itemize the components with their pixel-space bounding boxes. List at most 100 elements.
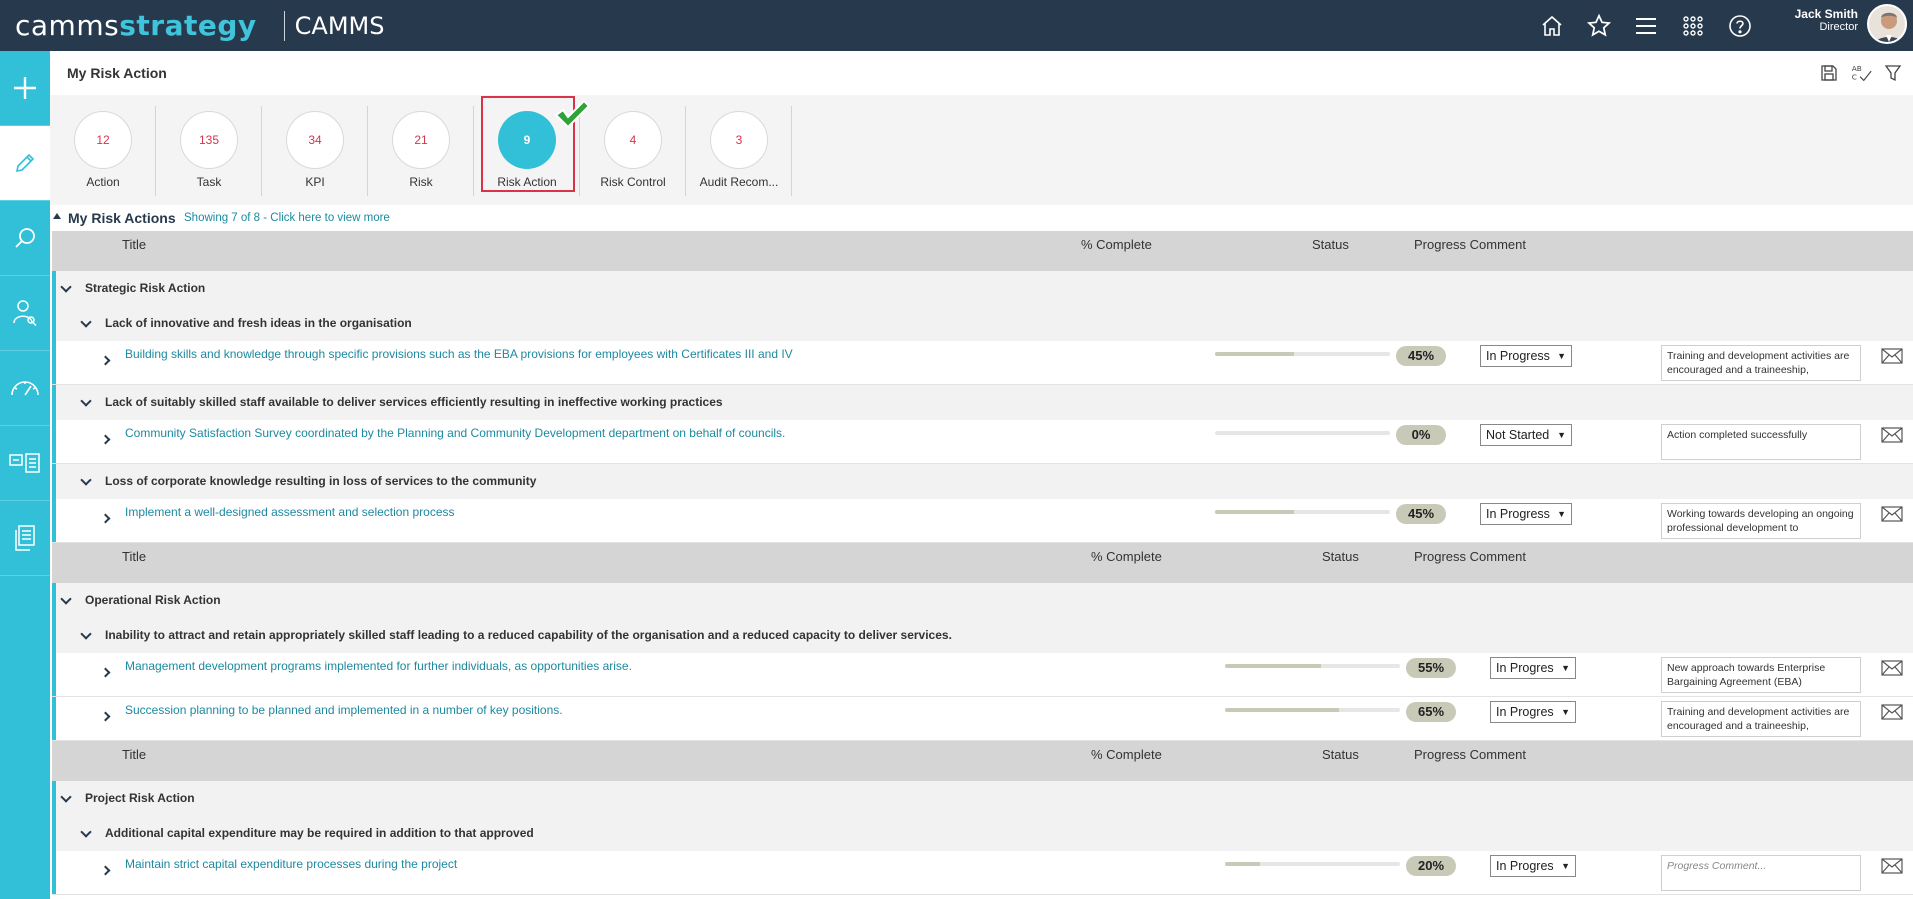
chevron-down-icon[interactable]	[80, 474, 92, 486]
column-status[interactable]: Status	[1322, 747, 1359, 762]
percent-complete-badge[interactable]: 45%	[1396, 346, 1446, 366]
progress-comment-field[interactable]: Action completed successfully	[1661, 424, 1861, 460]
action-title-link[interactable]: Management development programs implemen…	[125, 659, 632, 673]
apps-grid-icon[interactable]	[1669, 0, 1716, 51]
progress-fill	[1225, 664, 1322, 668]
sidebar-item-edit[interactable]	[0, 126, 50, 201]
view-more-link[interactable]: Showing 7 of 8 - Click here to view more	[184, 212, 390, 224]
mail-icon[interactable]	[1881, 348, 1903, 367]
column-title[interactable]: Title	[122, 747, 146, 762]
risk-row[interactable]: Additional capital expenditure may be re…	[52, 816, 1913, 851]
percent-complete-badge[interactable]: 20%	[1406, 856, 1456, 876]
mail-icon[interactable]	[1881, 427, 1903, 446]
mail-icon[interactable]	[1881, 858, 1903, 877]
sidebar-item-people[interactable]	[0, 276, 50, 351]
action-title-link[interactable]: Building skills and knowledge through sp…	[125, 347, 793, 361]
status-select[interactable]: In Progress ▼	[1480, 345, 1572, 367]
column-percent-complete[interactable]: % Complete	[1091, 747, 1162, 762]
column-progress-comment[interactable]: Progress Comment	[1414, 237, 1526, 252]
column-percent-complete[interactable]: % Complete	[1091, 549, 1162, 564]
chevron-right-icon[interactable]	[100, 711, 111, 722]
percent-complete-badge[interactable]: 45%	[1396, 504, 1446, 524]
mail-icon[interactable]	[1881, 704, 1903, 723]
risk-actions-grid: Title % Complete Status Progress Comment Str…	[52, 231, 1913, 895]
chevron-right-icon[interactable]	[100, 513, 111, 524]
chevron-right-icon[interactable]	[100, 355, 111, 366]
action-title-link[interactable]: Succession planning to be planned and im…	[125, 703, 563, 717]
sidebar-item-search[interactable]	[0, 201, 50, 276]
mail-icon[interactable]	[1881, 506, 1903, 525]
column-title[interactable]: Title	[122, 237, 146, 252]
group-row[interactable]: Project Risk Action	[52, 781, 1913, 816]
status-select[interactable]: In Progres ▼	[1490, 701, 1576, 723]
menu-icon[interactable]	[1622, 0, 1669, 51]
column-title[interactable]: Title	[122, 549, 146, 564]
star-icon[interactable]	[1575, 0, 1622, 51]
percent-complete-badge[interactable]: 65%	[1406, 702, 1456, 722]
status-select[interactable]: Not Started ▼	[1480, 424, 1572, 446]
help-icon[interactable]	[1716, 0, 1763, 51]
chevron-right-icon[interactable]	[100, 434, 111, 445]
group-row[interactable]: Strategic Risk Action	[52, 271, 1913, 306]
progress-comment-field[interactable]: Progress Comment...	[1661, 855, 1861, 891]
chevron-down-icon[interactable]	[80, 316, 92, 328]
action-title-link[interactable]: Implement a well-designed assessment and…	[125, 505, 455, 519]
column-percent-complete[interactable]: % Complete	[1081, 237, 1152, 252]
chevron-down-icon[interactable]	[80, 395, 92, 407]
action-row: Building skills and knowledge through sp…	[52, 341, 1913, 385]
risk-row[interactable]: Lack of suitably skilled staff available…	[52, 385, 1913, 420]
group-row[interactable]: Operational Risk Action	[52, 583, 1913, 618]
chevron-down-icon[interactable]	[80, 628, 92, 640]
column-progress-comment[interactable]: Progress Comment	[1414, 549, 1526, 564]
action-title-link[interactable]: Community Satisfaction Survey coordinate…	[125, 426, 785, 440]
tile-risk-control[interactable]: 4 Risk Control	[580, 106, 686, 196]
chevron-right-icon[interactable]	[100, 865, 111, 876]
document-icon	[15, 525, 35, 551]
dropdown-arrow-icon: ▼	[1561, 861, 1570, 871]
column-status[interactable]: Status	[1312, 237, 1349, 252]
camms-logo[interactable]: cammsstrategy	[15, 9, 257, 42]
tile-audit-recom[interactable]: 3 Audit Recom...	[686, 106, 792, 196]
sidebar-item-dashboard[interactable]	[0, 351, 50, 426]
tile-action[interactable]: 12 Action	[50, 106, 156, 196]
sidebar-item-board[interactable]	[0, 426, 50, 501]
progress-comment-field[interactable]: Working towards developing an ongoing pr…	[1661, 503, 1861, 539]
tile-task[interactable]: 135 Task	[156, 106, 262, 196]
status-select[interactable]: In Progres ▼	[1490, 855, 1576, 877]
chevron-down-icon[interactable]	[60, 791, 72, 803]
chevron-down-icon[interactable]	[80, 826, 92, 838]
collapse-arrow-icon[interactable]	[53, 213, 61, 219]
action-title-link[interactable]: Maintain strict capital expenditure proc…	[125, 857, 457, 871]
page-title: My Risk Action	[67, 65, 167, 81]
spellcheck-icon[interactable]: AB C	[1849, 61, 1873, 85]
column-status[interactable]: Status	[1322, 549, 1359, 564]
mail-icon[interactable]	[1881, 660, 1903, 679]
chevron-right-icon[interactable]	[100, 667, 111, 678]
status-select[interactable]: In Progres ▼	[1490, 657, 1576, 679]
risk-name: Lack of suitably skilled staff available…	[105, 395, 723, 409]
avatar[interactable]	[1867, 4, 1907, 44]
sidebar-item-add[interactable]	[0, 51, 50, 126]
filter-icon[interactable]	[1881, 61, 1905, 85]
tile-label: Action	[86, 175, 120, 189]
chevron-down-icon[interactable]	[60, 281, 72, 293]
save-icon[interactable]	[1817, 61, 1841, 85]
home-icon[interactable]	[1528, 0, 1575, 51]
risk-row[interactable]: Lack of innovative and fresh ideas in th…	[52, 306, 1913, 341]
tile-kpi[interactable]: 34 KPI	[262, 106, 368, 196]
percent-complete-badge[interactable]: 55%	[1406, 658, 1456, 678]
progress-comment-field[interactable]: Training and development activities are …	[1661, 701, 1861, 737]
percent-complete-badge[interactable]: 0%	[1396, 425, 1446, 445]
progress-comment-field[interactable]: Training and development activities are …	[1661, 345, 1861, 381]
sidebar-item-documents[interactable]	[0, 501, 50, 576]
tile-risk[interactable]: 21 Risk	[368, 106, 474, 196]
progress-comment-field[interactable]: New approach towards Enterprise Bargaini…	[1661, 657, 1861, 693]
user-info[interactable]: Jack Smith Director	[1795, 7, 1858, 33]
risk-row[interactable]: Loss of corporate knowledge resulting in…	[52, 464, 1913, 499]
status-select[interactable]: In Progress ▼	[1480, 503, 1572, 525]
section-header[interactable]: My Risk Actions Showing 7 of 8 - Click h…	[50, 205, 1913, 231]
column-progress-comment[interactable]: Progress Comment	[1414, 747, 1526, 762]
chevron-down-icon[interactable]	[60, 593, 72, 605]
action-row: Succession planning to be planned and im…	[52, 697, 1913, 741]
risk-row[interactable]: Inability to attract and retain appropri…	[52, 618, 1913, 653]
